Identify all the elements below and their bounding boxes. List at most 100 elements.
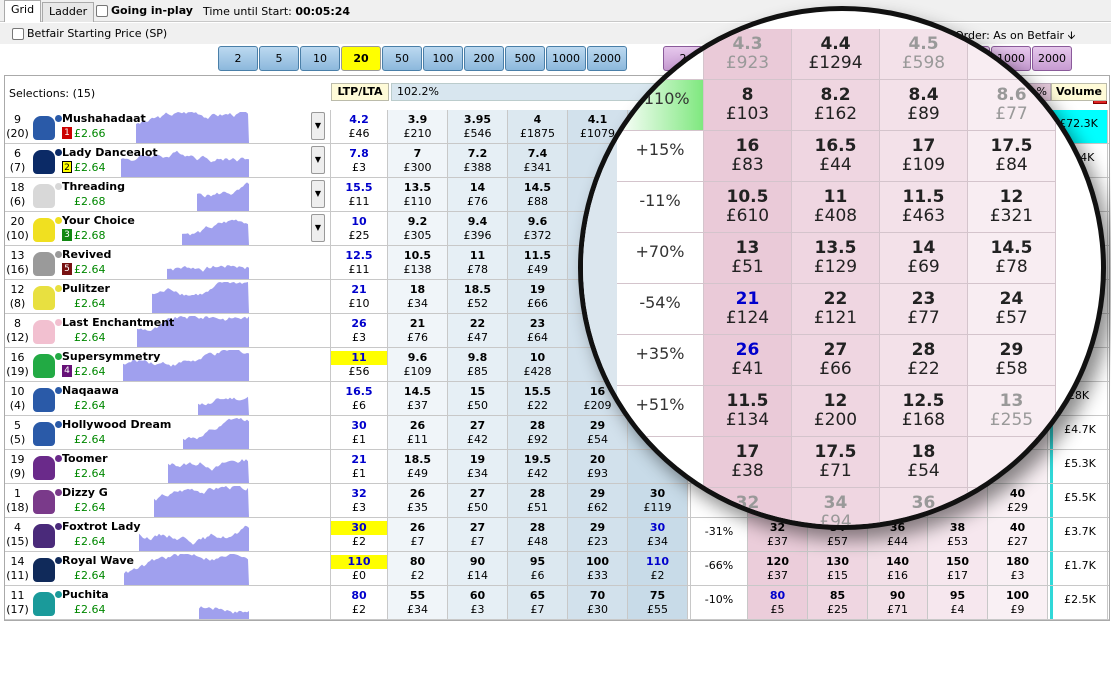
- runner-name[interactable]: Mushahadaat: [62, 112, 146, 125]
- back-price-cell[interactable]: 15.5 £22: [508, 382, 568, 415]
- magnified-lay-cell[interactable]: 8.2 £162: [792, 80, 880, 131]
- back-price-cell[interactable]: 7.4 £341: [508, 144, 568, 177]
- back-price-cell[interactable]: 18.5 £49: [388, 450, 448, 483]
- bsp-toggle[interactable]: Betfair Starting Price (SP): [12, 27, 167, 40]
- magnified-lay-cell[interactable]: 16 £83: [704, 131, 792, 182]
- runner-name[interactable]: Naqaawa: [62, 384, 119, 397]
- magnified-lay-cell[interactable]: 27 £66: [792, 335, 880, 386]
- back-price-cell[interactable]: 19.5 £42: [508, 450, 568, 483]
- runner-name[interactable]: Revived: [62, 248, 111, 261]
- back-price-cell[interactable]: 27 £50: [448, 484, 508, 517]
- back-stake-button[interactable]: 2: [218, 46, 258, 71]
- back-price-cell[interactable]: 3.95 £546: [448, 110, 508, 143]
- back-price-cell[interactable]: 100 £33: [568, 552, 628, 585]
- runner-dropdown-button[interactable]: ▼: [311, 180, 325, 208]
- back-price-cell[interactable]: 14.5 £37: [388, 382, 448, 415]
- runner-name[interactable]: Pulitzer: [62, 282, 110, 295]
- back-stake-button[interactable]: 5: [259, 46, 299, 71]
- lay-price-cell[interactable]: 150 £17: [928, 552, 988, 585]
- tab-ladder[interactable]: Ladder: [42, 2, 95, 22]
- runner-name[interactable]: Royal Wave: [62, 554, 134, 567]
- runner-name[interactable]: Threading: [62, 180, 125, 193]
- runner-name[interactable]: Dizzy G: [62, 486, 108, 499]
- runner-name[interactable]: Hollywood Dream: [62, 418, 171, 431]
- magnified-lay-cell[interactable]: 21 £124: [704, 284, 792, 335]
- back-price-cell[interactable]: 7.2 £388: [448, 144, 508, 177]
- back-price-cell[interactable]: 27 £42: [448, 416, 508, 449]
- lay-price-cell[interactable]: 90 £71: [868, 586, 928, 619]
- ltp-cell[interactable]: 16.5 £6: [330, 382, 388, 415]
- magnified-lay-cell[interactable]: 4.4 £1294: [792, 29, 880, 80]
- lay-price-cell[interactable]: 180 £3: [988, 552, 1048, 585]
- back-price-cell[interactable]: 18.5 £52: [448, 280, 508, 313]
- magnified-lay-cell[interactable]: 11.5 £463: [880, 182, 968, 233]
- ltp-cell[interactable]: 21 £1: [330, 450, 388, 483]
- magnified-lay-cell[interactable]: 17.5 £71: [792, 437, 880, 488]
- back-price-cell[interactable]: 28 £92: [508, 416, 568, 449]
- runner-name[interactable]: Lady Dancealot: [62, 146, 158, 159]
- back-stake-button[interactable]: 10: [300, 46, 340, 71]
- magnified-lay-cell[interactable]: 29 £58: [968, 335, 1056, 386]
- ltp-cell[interactable]: 30 £1: [330, 416, 388, 449]
- back-stake-button[interactable]: 50: [382, 46, 422, 71]
- back-stake-button[interactable]: 500: [505, 46, 545, 71]
- back-price-cell[interactable]: 22 £47: [448, 314, 508, 347]
- runner-dropdown-button[interactable]: ▼: [311, 146, 325, 174]
- back-stake-button[interactable]: 200: [464, 46, 504, 71]
- ltp-cell[interactable]: 7.8 £3: [330, 144, 388, 177]
- magnified-lay-cell[interactable]: 32: [704, 488, 792, 525]
- back-price-cell[interactable]: 9.4 £396: [448, 212, 508, 245]
- back-price-cell[interactable]: 28 £48: [508, 518, 568, 551]
- back-price-cell[interactable]: 55 £34: [388, 586, 448, 619]
- magnified-lay-cell[interactable]: 11.5 £134: [704, 386, 792, 437]
- ltp-cell[interactable]: 21 £10: [330, 280, 388, 313]
- back-price-cell[interactable]: 26 £35: [388, 484, 448, 517]
- ltp-cell[interactable]: 32 £3: [330, 484, 388, 517]
- back-price-cell[interactable]: 9.8 £85: [448, 348, 508, 381]
- lay-price-cell[interactable]: 100 £9: [988, 586, 1048, 619]
- lay-price-cell[interactable]: 95 £4: [928, 586, 988, 619]
- magnified-lay-cell[interactable]: 16.5 £44: [792, 131, 880, 182]
- magnified-lay-cell[interactable]: [968, 29, 1056, 80]
- going-inplay-checkbox[interactable]: [96, 5, 108, 17]
- back-price-cell[interactable]: 15 £50: [448, 382, 508, 415]
- magnified-lay-cell[interactable]: 10.5 £610: [704, 182, 792, 233]
- bsp-checkbox[interactable]: [12, 28, 24, 40]
- back-price-cell[interactable]: 75 £55: [628, 586, 688, 619]
- magnified-lay-cell[interactable]: 36: [880, 488, 968, 525]
- ltp-lta-toggle[interactable]: LTP/LTA: [331, 83, 389, 101]
- back-price-cell[interactable]: 10.5 £138: [388, 246, 448, 279]
- ltp-cell[interactable]: 80 £2: [330, 586, 388, 619]
- magnified-lay-cell[interactable]: 8 £103: [704, 80, 792, 131]
- back-price-cell[interactable]: 11.5 £49: [508, 246, 568, 279]
- lay-price-cell[interactable]: 120 £37: [748, 552, 808, 585]
- magnified-lay-cell[interactable]: 22 £121: [792, 284, 880, 335]
- magnified-lay-cell[interactable]: 12.5 £168: [880, 386, 968, 437]
- magnified-lay-cell[interactable]: 13.5 £129: [792, 233, 880, 284]
- magnified-lay-cell[interactable]: 14.5 £78: [968, 233, 1056, 284]
- magnified-lay-cell[interactable]: 8.6 £77: [968, 80, 1056, 131]
- magnified-lay-cell[interactable]: 13 £51: [704, 233, 792, 284]
- ltp-cell[interactable]: 15.5 £11: [330, 178, 388, 211]
- runner-dropdown-button[interactable]: ▼: [311, 214, 325, 242]
- back-stake-button[interactable]: 100: [423, 46, 463, 71]
- back-price-cell[interactable]: 3.9 £210: [388, 110, 448, 143]
- magnified-lay-cell[interactable]: [968, 488, 1056, 525]
- back-price-cell[interactable]: 14.5 £88: [508, 178, 568, 211]
- back-price-cell[interactable]: 21 £76: [388, 314, 448, 347]
- runner-name[interactable]: Your Choice: [62, 214, 135, 227]
- magnified-lay-cell[interactable]: 8.4 £89: [880, 80, 968, 131]
- magnified-lay-cell[interactable]: 12 £321: [968, 182, 1056, 233]
- lay-price-cell[interactable]: 85 £25: [808, 586, 868, 619]
- magnified-lay-cell[interactable]: 17.5 £84: [968, 131, 1056, 182]
- magnified-lay-cell[interactable]: 26 £41: [704, 335, 792, 386]
- magnified-lay-cell[interactable]: 14 £69: [880, 233, 968, 284]
- back-price-cell[interactable]: 9.6 £109: [388, 348, 448, 381]
- magnified-lay-cell[interactable]: 34 £94: [792, 488, 880, 525]
- lay-price-cell[interactable]: 140 £16: [868, 552, 928, 585]
- back-price-cell[interactable]: 28 £51: [508, 484, 568, 517]
- back-price-cell[interactable]: 23 £64: [508, 314, 568, 347]
- ltp-cell[interactable]: 12.5 £11: [330, 246, 388, 279]
- runner-name[interactable]: Foxtrot Lady: [62, 520, 141, 533]
- back-price-cell[interactable]: 95 £6: [508, 552, 568, 585]
